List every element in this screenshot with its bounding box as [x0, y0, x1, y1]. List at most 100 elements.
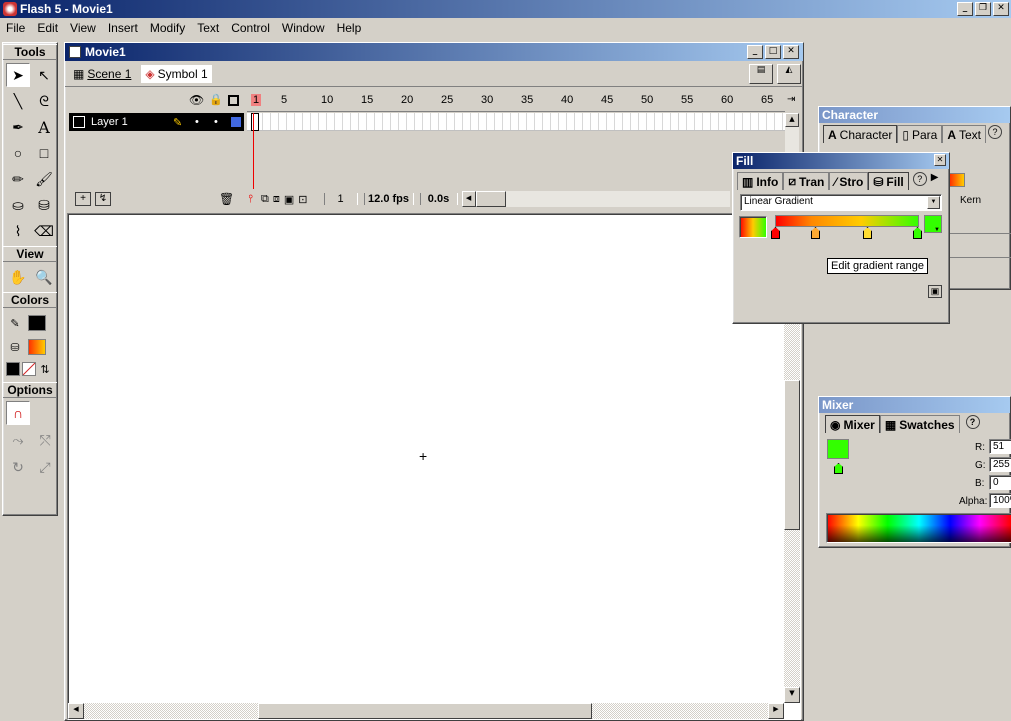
- menu-text[interactable]: Text: [191, 19, 225, 37]
- g-input[interactable]: 255: [989, 457, 1011, 472]
- menu-help[interactable]: Help: [331, 19, 368, 37]
- arrow-tool-icon[interactable]: ➤: [6, 63, 30, 87]
- lasso-tool-icon[interactable]: ᘓ: [32, 89, 56, 113]
- save-swatch-icon[interactable]: ▣: [928, 285, 942, 298]
- menu-view[interactable]: View: [64, 19, 102, 37]
- menu-edit[interactable]: Edit: [31, 19, 64, 37]
- onion-outlines-icon[interactable]: ⧈: [273, 193, 280, 206]
- gradient-bar[interactable]: [775, 215, 919, 227]
- lock-icon[interactable]: 🔒: [209, 93, 223, 106]
- character-text-color-swatch[interactable]: [949, 173, 965, 187]
- pen-tool-icon[interactable]: ✒: [6, 115, 30, 139]
- stage-hscroll[interactable]: ◀ ▶: [68, 703, 784, 719]
- tab-fill[interactable]: ⛁ Fill: [868, 172, 909, 190]
- no-color-icon[interactable]: [22, 362, 36, 376]
- brush-tool-icon[interactable]: 🖌: [32, 167, 56, 191]
- swap-colors-icon[interactable]: ⇅: [38, 363, 52, 376]
- onion-markers-icon[interactable]: ⊡: [298, 193, 307, 206]
- character-help-icon[interactable]: ?: [988, 125, 1003, 139]
- add-layer-icon[interactable]: +: [75, 192, 91, 206]
- app-restore-button[interactable]: ❐: [975, 2, 991, 16]
- lock-dot-icon[interactable]: •: [214, 116, 218, 128]
- color-spectrum[interactable]: [826, 513, 1011, 543]
- delete-layer-icon[interactable]: 🗑: [219, 192, 234, 206]
- gradient-pointer-yellow[interactable]: [863, 227, 872, 239]
- text-tool-icon[interactable]: A: [32, 115, 56, 139]
- scale-icon[interactable]: ⤢: [33, 455, 57, 479]
- tab-mixer[interactable]: ◉ Mixer: [825, 415, 880, 433]
- eraser-tool-icon[interactable]: ⌫: [32, 219, 56, 243]
- gradient-pointer-color-swatch[interactable]: ▼: [924, 215, 942, 233]
- default-colors-icon[interactable]: [6, 362, 20, 376]
- hand-tool-icon[interactable]: ✋: [6, 265, 30, 289]
- dropper-tool-icon[interactable]: ⌇: [6, 219, 30, 243]
- timeline-hscroll[interactable]: ◀: [461, 191, 730, 207]
- tab-text-options[interactable]: A Text: [942, 125, 987, 143]
- stage-scroll-left[interactable]: ◀: [68, 703, 84, 719]
- rotate-icon[interactable]: ↻: [6, 455, 30, 479]
- menu-control[interactable]: Control: [225, 19, 276, 37]
- movie-close-button[interactable]: ✕: [783, 45, 799, 59]
- menu-modify[interactable]: Modify: [144, 19, 191, 37]
- tab-stroke[interactable]: ⁄ Stro: [829, 172, 869, 190]
- snap-magnet-icon[interactable]: ∩: [6, 401, 30, 425]
- paint-bucket-tool-icon[interactable]: ⛁: [32, 193, 56, 217]
- tab-paragraph[interactable]: ▯ Para: [897, 125, 943, 143]
- fill-color-swatch[interactable]: [28, 339, 46, 355]
- line-tool-icon[interactable]: ╲: [6, 89, 30, 113]
- edit-scene-button[interactable]: ▤: [749, 64, 773, 84]
- subselect-tool-icon[interactable]: ↖: [32, 63, 56, 87]
- visible-dot-icon[interactable]: •: [195, 116, 199, 128]
- layer-row[interactable]: Layer 1 ✎ • •: [69, 113, 244, 131]
- pencil-tool-icon[interactable]: ✏: [6, 167, 30, 191]
- alpha-input[interactable]: 100%: [989, 493, 1011, 508]
- menu-file[interactable]: File: [0, 19, 31, 37]
- frame-cells[interactable]: [247, 113, 785, 131]
- gradient-pointer-red[interactable]: [771, 227, 780, 239]
- timeline-scroll-left[interactable]: ◀: [461, 191, 476, 207]
- stage-scroll-right[interactable]: ▶: [768, 703, 784, 719]
- tab-character[interactable]: A Character: [823, 125, 898, 143]
- edit-multiple-icon[interactable]: ▣: [284, 193, 294, 206]
- smooth-icon[interactable]: ⤳: [6, 428, 30, 452]
- ink-bottle-tool-icon[interactable]: ⛀: [6, 193, 30, 217]
- rectangle-tool-icon[interactable]: □: [32, 141, 56, 165]
- tab-transform[interactable]: ⧄ Tran: [783, 172, 830, 190]
- r-input[interactable]: 51: [989, 439, 1011, 454]
- edit-symbols-button[interactable]: ◭: [777, 64, 801, 84]
- add-guide-layer-icon[interactable]: ↯: [95, 192, 111, 206]
- show-hide-eye-icon[interactable]: 👁: [189, 93, 204, 107]
- outline-color-icon[interactable]: [231, 117, 241, 127]
- gradient-pointer-orange[interactable]: [811, 227, 820, 239]
- timeline-menu-icon[interactable]: ⇥: [787, 94, 795, 105]
- scene-tab[interactable]: ▦ Scene 1: [69, 65, 135, 83]
- mixer-help-icon[interactable]: ?: [965, 415, 980, 429]
- fill-type-select[interactable]: Linear Gradient ▼: [740, 194, 942, 211]
- oval-tool-icon[interactable]: ○: [6, 141, 30, 165]
- movie-minimize-button[interactable]: _: [747, 45, 763, 59]
- mixer-fill-swatch[interactable]: [827, 439, 849, 459]
- stage-hscroll-thumb[interactable]: [258, 703, 592, 719]
- straighten-icon[interactable]: ⤲: [33, 428, 57, 452]
- gradient-pointer-green[interactable]: [913, 227, 922, 239]
- stage-scroll-down[interactable]: ▼: [784, 687, 800, 703]
- tab-info[interactable]: ▥ Info: [737, 172, 784, 190]
- tab-swatches[interactable]: ▦ Swatches: [879, 415, 960, 433]
- timeline-scroll-thumb[interactable]: [475, 191, 506, 207]
- timeline-scroll-up[interactable]: ▲: [785, 113, 799, 127]
- movie-maximize-button[interactable]: □: [765, 45, 781, 59]
- fill-panel-menu-icon[interactable]: ▶: [931, 172, 939, 191]
- onion-skin-icon[interactable]: ⧉: [261, 193, 269, 206]
- b-input[interactable]: 0: [989, 475, 1011, 490]
- stage-vscroll-thumb[interactable]: [784, 380, 800, 530]
- symbol-tab[interactable]: ◈ Symbol 1: [141, 64, 212, 83]
- zoom-tool-icon[interactable]: 🔍: [32, 265, 56, 289]
- menu-insert[interactable]: Insert: [102, 19, 144, 37]
- app-close-button[interactable]: ✕: [993, 2, 1009, 16]
- outline-icon[interactable]: [228, 95, 239, 106]
- app-minimize-button[interactable]: _: [957, 2, 973, 16]
- fill-help-icon[interactable]: ?: [912, 172, 927, 186]
- fill-close-button[interactable]: ✕: [934, 154, 946, 166]
- menu-window[interactable]: Window: [276, 19, 331, 37]
- center-frame-icon[interactable]: ⫯: [248, 193, 253, 206]
